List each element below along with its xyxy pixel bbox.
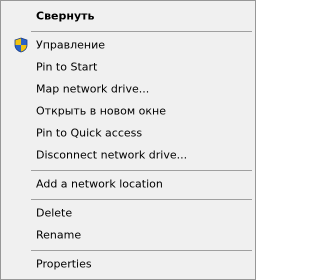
menu-item-rename[interactable]: Rename xyxy=(3,225,253,245)
menu-separator xyxy=(31,170,252,171)
menu-item-label: Управление xyxy=(36,38,106,52)
menu-item-disconnect-network-drive[interactable]: Disconnect network drive... xyxy=(3,145,253,165)
menu-separator xyxy=(31,250,252,251)
context-menu: Свернуть Управление Pin to Start Map net… xyxy=(0,0,256,280)
menu-item-collapse[interactable]: Свернуть xyxy=(3,6,253,26)
menu-item-label: Pin to Start xyxy=(36,60,98,74)
menu-item-pin-quick-access[interactable]: Pin to Quick access xyxy=(3,123,253,143)
menu-item-label: Map network drive... xyxy=(36,82,150,96)
menu-separator xyxy=(31,31,252,32)
menu-item-map-network-drive[interactable]: Map network drive... xyxy=(3,79,253,99)
menu-item-manage[interactable]: Управление xyxy=(3,35,253,55)
shield-icon xyxy=(13,37,29,53)
menu-item-open-new-window[interactable]: Открыть в новом окне xyxy=(3,101,253,121)
menu-item-label: Открыть в новом окне xyxy=(36,104,167,118)
menu-item-properties[interactable]: Properties xyxy=(3,254,253,274)
menu-item-label: Pin to Quick access xyxy=(36,126,143,140)
menu-item-label: Add a network location xyxy=(36,177,163,191)
menu-item-delete[interactable]: Delete xyxy=(3,203,253,223)
menu-item-add-network-location[interactable]: Add a network location xyxy=(3,174,253,194)
menu-item-label: Rename xyxy=(36,228,82,242)
menu-item-pin-to-start[interactable]: Pin to Start xyxy=(3,57,253,77)
menu-item-label: Delete xyxy=(36,206,73,220)
menu-item-label: Свернуть xyxy=(36,9,95,23)
menu-item-label: Properties xyxy=(36,257,92,271)
menu-separator xyxy=(31,199,252,200)
menu-item-label: Disconnect network drive... xyxy=(36,148,188,162)
